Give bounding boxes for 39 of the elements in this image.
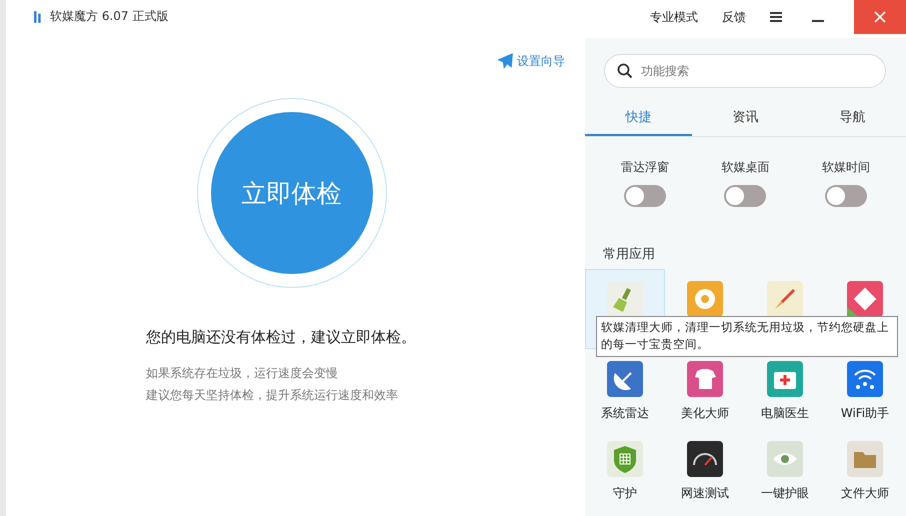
- menu-icon[interactable]: [770, 12, 782, 22]
- t-shirt-icon[interactable]: [687, 361, 723, 397]
- app-label[interactable]: 电脑医生: [761, 405, 809, 422]
- toggle-label: 雷达浮窗: [621, 159, 670, 176]
- hint-text: 建议您每天坚持体检，提升系统运行速度和效率: [146, 387, 399, 404]
- app-label[interactable]: 文件大师: [841, 485, 889, 502]
- speedometer-icon[interactable]: [687, 441, 723, 477]
- eye-icon[interactable]: [767, 441, 803, 477]
- app-label[interactable]: 一键护眼: [761, 485, 809, 502]
- setup-wizard-link[interactable]: 设置向导: [496, 52, 565, 70]
- tab[interactable]: 快捷: [585, 100, 692, 136]
- toggle-switch[interactable]: [824, 185, 867, 207]
- shield-icon[interactable]: [607, 441, 643, 477]
- menu-link[interactable]: 专业模式: [650, 8, 698, 26]
- close-icon[interactable]: [874, 11, 886, 23]
- satellite-dish-icon[interactable]: [607, 361, 643, 397]
- toggle-switch[interactable]: [624, 185, 666, 207]
- folder-icon[interactable]: [847, 441, 883, 477]
- tooltip: 软媒清理大师，清理一切系统无用垃圾，节约您硬盘上的每一寸宝贵空间。: [596, 316, 898, 356]
- app-label[interactable]: 系统雷达: [601, 405, 649, 422]
- app-label[interactable]: 网速测试: [681, 485, 729, 502]
- toggle-label: 软媒时间: [822, 159, 870, 176]
- toggle-switch[interactable]: [724, 185, 766, 207]
- wifi-icon[interactable]: [847, 361, 883, 397]
- app-label[interactable]: 美化大师: [681, 405, 729, 422]
- medical-kit-icon[interactable]: [767, 361, 803, 397]
- paper-plane-icon[interactable]: [496, 52, 514, 70]
- window-title: 软媒魔方 6.07 正式版: [50, 8, 168, 25]
- section-heading: 常用应用: [603, 246, 656, 263]
- app-label[interactable]: 守护: [613, 485, 637, 502]
- hint-text: 如果系统存在垃圾，运行速度会变慢: [146, 365, 339, 382]
- search-field[interactable]: 功能搜索: [604, 54, 886, 88]
- toggle-label: 软媒桌面: [721, 159, 770, 176]
- tab[interactable]: 资讯: [692, 100, 799, 136]
- menu-link[interactable]: 反馈: [722, 8, 746, 26]
- tab[interactable]: 导航: [799, 100, 906, 136]
- close-button[interactable]: [854, 0, 906, 34]
- app-label[interactable]: WiFi助手: [840, 405, 890, 422]
- status-headline: 您的电脑还没有体检过，建议立即体检。: [146, 328, 416, 347]
